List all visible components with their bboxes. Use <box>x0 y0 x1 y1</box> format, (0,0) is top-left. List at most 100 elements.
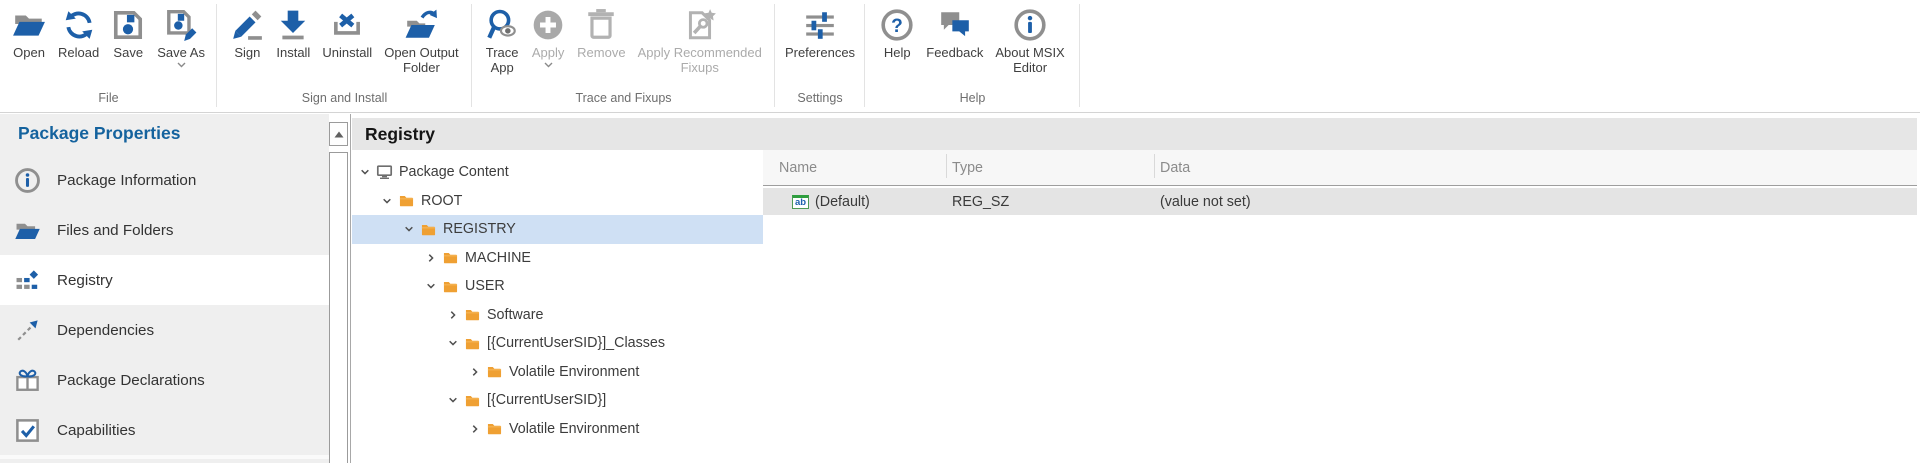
button-label: Help <box>884 46 911 61</box>
chevron-down-icon[interactable] <box>446 393 461 408</box>
sidebar-item-capabilities[interactable]: Capabilities <box>0 405 329 455</box>
tree-item-machine[interactable]: MACHINE <box>352 244 763 273</box>
ribbon-group-trace-and-fixups: Trace App Apply RemoveApply Recommended Fi… <box>472 0 775 112</box>
chevron-down-icon[interactable] <box>402 222 417 237</box>
sign-icon <box>230 6 264 44</box>
chevron-right-icon[interactable] <box>424 250 439 265</box>
registry-icon <box>14 267 41 294</box>
install-icon <box>276 6 310 44</box>
capabilities-icon <box>14 417 41 444</box>
scrollbar-thumb[interactable] <box>329 152 348 463</box>
sidebar-item-files-and-folders[interactable]: Files and Folders <box>0 205 329 255</box>
open-button[interactable]: Open <box>6 6 52 61</box>
chevron-down-icon[interactable] <box>424 279 439 294</box>
sidebar-scrollbar[interactable] <box>329 114 351 463</box>
preferences-button[interactable]: Preferences <box>779 6 861 61</box>
data-cell: (value not set) <box>1154 194 1917 210</box>
button-label: Apply Recommended Fixups <box>638 46 762 75</box>
column-header-type[interactable]: Type <box>946 150 1154 185</box>
button-label: Apply <box>532 46 565 61</box>
name-cell: ab(Default) <box>763 194 946 210</box>
column-separator <box>946 154 947 178</box>
tree-item-package-content[interactable]: Package Content <box>352 158 763 187</box>
table-body: ab(Default)REG_SZ(value not set) <box>763 188 1917 215</box>
sidebar-title: Package Properties <box>0 114 329 155</box>
apply-icon <box>531 6 565 44</box>
tree-item-currentusersid[interactable]: [{CurrentUserSID}] <box>352 386 763 415</box>
install-button[interactable]: Install <box>270 6 316 61</box>
chevron-down-icon[interactable] <box>358 165 373 180</box>
sidebar-item-package-declarations[interactable]: Package Declarations <box>0 355 329 405</box>
sign-button[interactable]: Sign <box>224 6 270 61</box>
remove-button[interactable]: Remove <box>571 6 631 61</box>
sidebar-item-label: Files and Folders <box>57 222 174 239</box>
remove-icon <box>584 6 618 44</box>
registry-values-table: NameTypeData ab(Default)REG_SZ(value not… <box>763 150 1917 463</box>
chevron-right-icon[interactable] <box>468 364 483 379</box>
sidebar-item-package-information[interactable]: Package Information <box>0 155 329 205</box>
sidebar-item-label: Capabilities <box>57 422 136 439</box>
folder-icon <box>398 193 415 209</box>
chevron-right-icon[interactable] <box>446 307 461 322</box>
dropdown-chevron-icon[interactable] <box>544 62 553 68</box>
reload-button[interactable]: Reload <box>52 6 105 61</box>
chevron-right-icon[interactable] <box>468 421 483 436</box>
apply-button[interactable]: Apply <box>525 6 571 68</box>
trace-app-button[interactable]: Trace App <box>479 6 525 75</box>
table-row[interactable]: ab(Default)REG_SZ(value not set) <box>763 188 1917 215</box>
tree-item-label: [{CurrentUserSID}]_Classes <box>487 335 665 351</box>
tree-item-label: Software <box>487 307 543 323</box>
feedback-button[interactable]: Feedback <box>920 6 989 61</box>
column-header-name[interactable]: Name <box>763 150 946 185</box>
tree-item-volatile-environment[interactable]: Volatile Environment <box>352 358 763 387</box>
table-header: NameTypeData <box>763 150 1917 186</box>
scroll-up-button[interactable] <box>329 122 348 146</box>
column-header-data[interactable]: Data <box>1154 150 1917 185</box>
open-output-folder-button[interactable]: Open Output Folder <box>378 6 464 75</box>
ribbon-group-label: Help <box>865 91 1080 112</box>
sidebar-item-registry[interactable]: Registry <box>0 255 329 305</box>
tree-item-currentusersid-classes[interactable]: [{CurrentUserSID}]_Classes <box>352 329 763 358</box>
help-button[interactable]: ? Help <box>874 6 920 61</box>
svg-text:?: ? <box>891 16 903 37</box>
page-title: Registry <box>352 118 1917 150</box>
tree-item-registry[interactable]: REGISTRY <box>352 215 763 244</box>
tree-item-volatile-environment[interactable]: Volatile Environment <box>352 415 763 444</box>
registry-tree: Package Content ROOT REGISTRY MACHINE USER So… <box>352 150 763 463</box>
folder-icon <box>486 364 503 380</box>
tree-item-root[interactable]: ROOT <box>352 187 763 216</box>
ribbon-group-settings: PreferencesSettings <box>775 0 865 112</box>
about-msix-editor-button[interactable]: About MSIX Editor <box>989 6 1070 75</box>
save-as-button[interactable]: Save As <box>151 6 211 68</box>
tree-item-label: ROOT <box>421 193 462 209</box>
msix-editor-window: OpenReloadSaveSave AsFileSignInstallUnin… <box>0 0 1920 463</box>
button-label: Preferences <box>785 46 855 61</box>
button-label: Sign <box>234 46 260 61</box>
button-label: Open <box>13 46 45 61</box>
apply-recommended-fixups-icon <box>683 6 717 44</box>
button-label: Trace App <box>486 46 519 75</box>
sidebar-item-dependencies[interactable]: Dependencies <box>0 305 329 355</box>
main-panel: Registry Package Content ROOT REGISTRY MACH… <box>352 114 1920 463</box>
ribbon-group-help: ? Help FeedbackAbout MSIX Editor Help <box>865 0 1080 112</box>
reload-icon <box>62 6 96 44</box>
tree-item-label: MACHINE <box>465 250 531 266</box>
button-label: Open Output Folder <box>384 46 458 75</box>
preferences-icon <box>803 6 837 44</box>
tree-item-label: [{CurrentUserSID}] <box>487 392 606 408</box>
folder-icon <box>420 221 437 237</box>
tree-item-software[interactable]: Software <box>352 301 763 330</box>
dropdown-chevron-icon[interactable] <box>177 62 186 68</box>
tree-item-user[interactable]: USER <box>352 272 763 301</box>
ribbon-toolbar: OpenReloadSaveSave AsFileSignInstallUnin… <box>0 0 1920 113</box>
sidebar: Package Properties Package Information Fi… <box>0 114 329 463</box>
package-declarations-icon <box>14 367 41 394</box>
save-button[interactable]: Save <box>105 6 151 61</box>
uninstall-button[interactable]: Uninstall <box>316 6 378 61</box>
chevron-down-icon[interactable] <box>380 193 395 208</box>
package-information-icon <box>14 167 41 194</box>
apply-recommended-fixups-button[interactable]: Apply Recommended Fixups <box>632 6 768 75</box>
feedback-icon <box>938 6 972 44</box>
tree-item-label: Volatile Environment <box>509 364 639 380</box>
chevron-down-icon[interactable] <box>446 336 461 351</box>
